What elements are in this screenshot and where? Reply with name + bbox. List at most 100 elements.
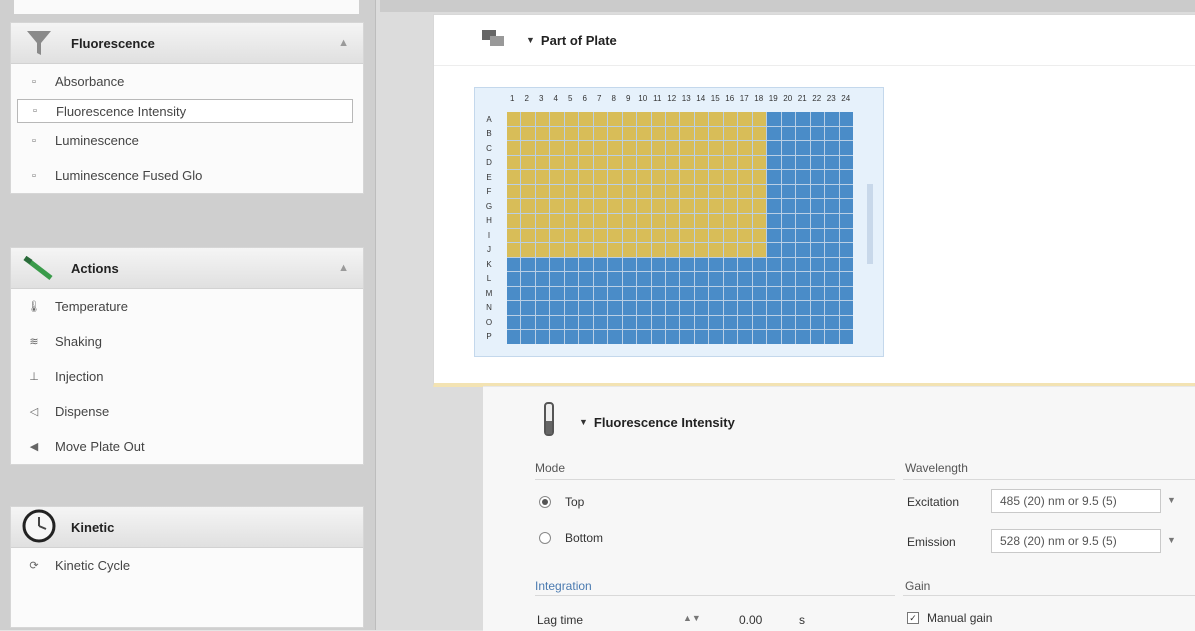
plate-well-selected[interactable]: [608, 141, 622, 155]
fi-card-header[interactable]: ▼ Fluorescence Intensity: [483, 387, 1195, 457]
plate-well[interactable]: [593, 301, 608, 315]
plate-well[interactable]: [535, 330, 550, 344]
plate-well-selected[interactable]: [723, 155, 738, 170]
plate-well-selected[interactable]: [535, 141, 550, 155]
plate-well[interactable]: [521, 272, 535, 286]
plate-well-selected[interactable]: [564, 155, 579, 170]
sidebar-item-shaking[interactable]: ≋ Shaking: [11, 324, 363, 359]
sidebar-item-dispense[interactable]: ◁ Dispense: [11, 394, 363, 429]
plate-well-selected[interactable]: [637, 141, 651, 155]
plate-well[interactable]: [825, 141, 839, 155]
plate-well-selected[interactable]: [593, 243, 608, 257]
plate-well-selected[interactable]: [608, 184, 622, 199]
plate-well-selected[interactable]: [564, 112, 579, 126]
plate-well-selected[interactable]: [752, 112, 767, 126]
plate-well-selected[interactable]: [507, 126, 521, 141]
plate-well[interactable]: [767, 213, 781, 228]
plate-well[interactable]: [839, 301, 853, 315]
plate-well[interactable]: [622, 301, 637, 315]
plate-row-label[interactable]: K: [481, 257, 497, 272]
plate-well-selected[interactable]: [709, 170, 723, 184]
plate-well-selected[interactable]: [752, 213, 767, 228]
plate-well[interactable]: [507, 330, 521, 344]
plate-well[interactable]: [796, 228, 810, 243]
plate-well[interactable]: [709, 286, 723, 301]
plate-well[interactable]: [767, 170, 781, 184]
plate-well[interactable]: [694, 286, 709, 301]
plate-well-selected[interactable]: [579, 126, 593, 141]
plate-well-selected[interactable]: [593, 112, 608, 126]
sidebar-item-luminescence[interactable]: ▫ Luminescence: [11, 123, 363, 158]
plate-row-label[interactable]: N: [481, 301, 497, 316]
plate-well[interactable]: [796, 184, 810, 199]
plate-well[interactable]: [767, 155, 781, 170]
plate-well[interactable]: [796, 301, 810, 315]
mode-top-radio[interactable]: Top: [539, 495, 584, 509]
plate-column-label[interactable]: 1: [505, 94, 520, 108]
plate-column-label[interactable]: 18: [752, 94, 767, 108]
plate-well-selected[interactable]: [723, 243, 738, 257]
plate-well-selected[interactable]: [752, 199, 767, 213]
plate-well[interactable]: [608, 315, 622, 330]
plate-column-label[interactable]: 11: [650, 94, 665, 108]
plate-well[interactable]: [781, 301, 796, 315]
plate-well[interactable]: [767, 301, 781, 315]
chevron-up-icon[interactable]: ▲: [338, 37, 349, 49]
plate-card-header[interactable]: ▼ Part of Plate: [434, 15, 1195, 66]
plate-well[interactable]: [680, 330, 694, 344]
plate-well[interactable]: [666, 315, 680, 330]
plate-well[interactable]: [796, 112, 810, 126]
plate-well-selected[interactable]: [752, 228, 767, 243]
plate-well[interactable]: [781, 257, 796, 272]
plate-well-selected[interactable]: [507, 184, 521, 199]
plate-well[interactable]: [825, 213, 839, 228]
plate-well[interactable]: [637, 315, 651, 330]
plate-well[interactable]: [781, 228, 796, 243]
plate-well-selected[interactable]: [666, 126, 680, 141]
plate-well[interactable]: [521, 315, 535, 330]
plate-well[interactable]: [723, 286, 738, 301]
plate-scrollbar[interactable]: [867, 184, 873, 264]
plate-column-label[interactable]: 13: [679, 94, 694, 108]
plate-well-selected[interactable]: [521, 126, 535, 141]
plate-column-label[interactable]: 14: [694, 94, 709, 108]
plate-well[interactable]: [564, 330, 579, 344]
plate-well-selected[interactable]: [507, 170, 521, 184]
plate-well[interactable]: [507, 315, 521, 330]
plate-well[interactable]: [825, 184, 839, 199]
plate-well-selected[interactable]: [564, 184, 579, 199]
plate-well[interactable]: [796, 141, 810, 155]
plate-well[interactable]: [825, 228, 839, 243]
plate-well[interactable]: [564, 301, 579, 315]
plate-well-selected[interactable]: [593, 184, 608, 199]
plate-well-selected[interactable]: [752, 126, 767, 141]
plate-well-selected[interactable]: [622, 155, 637, 170]
plate-well[interactable]: [825, 155, 839, 170]
plate-well[interactable]: [810, 301, 825, 315]
plate-well-selected[interactable]: [608, 243, 622, 257]
plate-well-selected[interactable]: [666, 170, 680, 184]
mode-bottom-radio[interactable]: Bottom: [539, 531, 603, 545]
plate-well[interactable]: [810, 228, 825, 243]
plate-well[interactable]: [593, 272, 608, 286]
plate-well[interactable]: [810, 170, 825, 184]
plate-well[interactable]: [839, 141, 853, 155]
plate-well-selected[interactable]: [723, 228, 738, 243]
plate-well-selected[interactable]: [521, 199, 535, 213]
plate-well[interactable]: [535, 286, 550, 301]
plate-column-label[interactable]: 5: [563, 94, 578, 108]
plate-well-selected[interactable]: [507, 213, 521, 228]
plate-row-label[interactable]: O: [481, 315, 497, 330]
plate-well-selected[interactable]: [694, 155, 709, 170]
plate-well-selected[interactable]: [723, 199, 738, 213]
plate-well[interactable]: [781, 126, 796, 141]
plate-well[interactable]: [839, 170, 853, 184]
plate-well[interactable]: [767, 126, 781, 141]
plate-well[interactable]: [535, 257, 550, 272]
plate-well-selected[interactable]: [593, 141, 608, 155]
plate-well[interactable]: [825, 243, 839, 257]
plate-well[interactable]: [825, 170, 839, 184]
plate-well-selected[interactable]: [651, 126, 666, 141]
plate-well[interactable]: [608, 286, 622, 301]
plate-well[interactable]: [593, 257, 608, 272]
